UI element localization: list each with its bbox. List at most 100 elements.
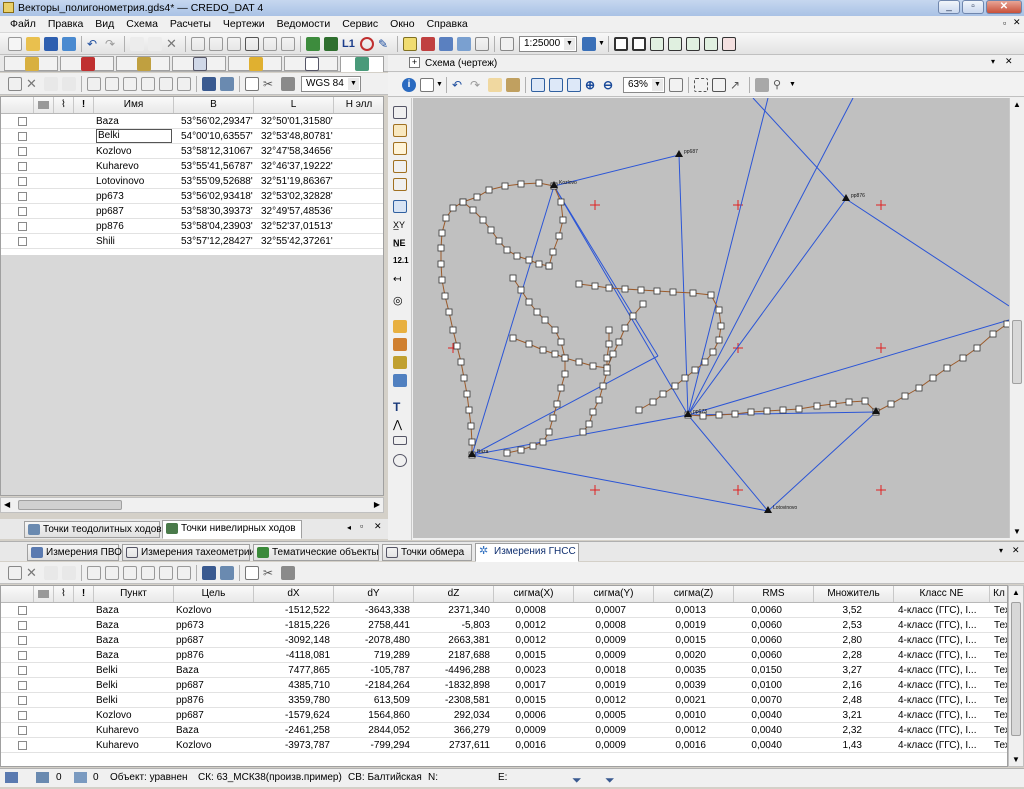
delete-icon[interactable]: ✕ (26, 76, 40, 91)
close-icon[interactable]: ✕ (374, 521, 382, 532)
header-attach[interactable]: ⌇ (54, 586, 74, 602)
table-row[interactable]: Lotovinovo 53°55'09,52688" 32°51'19,86367" (1, 174, 383, 189)
report-icon[interactable] (403, 36, 417, 51)
pan-select-icon[interactable] (505, 77, 520, 92)
row-checkbox[interactable] (18, 117, 27, 126)
l1-icon[interactable]: L1 (342, 37, 356, 51)
info-icon[interactable]: i (402, 77, 416, 92)
undo-view-icon[interactable]: ↶ (452, 78, 466, 92)
row-checkbox[interactable] (18, 192, 27, 201)
row-checkbox[interactable] (18, 741, 27, 750)
table-icon[interactable] (245, 565, 259, 580)
points-icon[interactable] (439, 36, 453, 51)
row-checkbox[interactable] (18, 207, 27, 216)
select-invert-icon[interactable] (177, 565, 191, 580)
restore-icon[interactable]: ▫ (360, 521, 363, 531)
zoom-extent-icon[interactable] (530, 77, 545, 92)
crs-select[interactable]: WGS 84 ▼ (301, 75, 361, 92)
header-flag[interactable]: ! (74, 586, 94, 602)
status-filter-icon[interactable] (74, 772, 87, 783)
header-l[interactable]: L (254, 97, 334, 113)
status-layers-icon[interactable] (5, 772, 18, 783)
table-row[interactable]: Kozlovo pp687 -1579,624 1564,860 292,034 0,00… (1, 708, 1007, 723)
header-attach[interactable]: ⌇ (54, 97, 74, 113)
select-add-icon[interactable] (209, 36, 223, 51)
tab-tacheometry[interactable]: Измерения тахеометрии (122, 544, 255, 561)
tool-tab-5[interactable] (228, 56, 282, 71)
row-checkbox[interactable] (18, 147, 27, 156)
arrow-icon[interactable]: ↗ (730, 78, 744, 92)
network-icon[interactable] (421, 36, 435, 51)
header-dz[interactable]: dZ (414, 586, 494, 602)
arrow-down-icon[interactable]: ▼ (1012, 755, 1020, 764)
select-add-icon[interactable] (141, 565, 155, 580)
number-icon[interactable]: 12.1 (393, 256, 409, 269)
select-remove-icon[interactable] (227, 36, 241, 51)
table-row[interactable]: Baza pp687 -3092,148 -2078,480 2663,381 0,001… (1, 633, 1007, 648)
select-icon[interactable] (123, 76, 137, 91)
status-selection-icon[interactable] (36, 772, 49, 783)
pencil-icon[interactable]: ✎ (378, 37, 392, 51)
sheet-icon[interactable] (393, 142, 407, 155)
grid-icon[interactable] (393, 124, 407, 137)
header-b[interactable]: B (174, 97, 254, 113)
header-sigma-y[interactable]: сигма(Y) (574, 586, 654, 602)
table-row[interactable]: Belki pp687 4385,710 -2184,264 -1832,898 0,00… (1, 678, 1007, 693)
tab-pvo-measurements[interactable]: Измерения ПВО (27, 544, 122, 561)
zoom-window-icon[interactable] (548, 77, 563, 92)
row-checkbox[interactable] (18, 162, 27, 171)
bug-icon[interactable] (393, 356, 407, 369)
arrow-down-icon[interactable]: ▼ (1013, 527, 1021, 536)
menu-reports[interactable]: Ведомости (271, 17, 337, 32)
scroll-thumb[interactable] (18, 500, 122, 510)
bulb-icon[interactable] (130, 36, 144, 51)
menu-schema[interactable]: Схема (120, 17, 164, 32)
bulb-off-icon[interactable] (62, 565, 76, 580)
table-row[interactable]: pp687 53°58'30,39373" 32°49'57,48536" (1, 204, 383, 219)
table-row[interactable]: Baza pp673 -1815,226 2758,441 -5,803 0,0012 0,… (1, 618, 1007, 633)
close-icon[interactable]: ✕ (1005, 56, 1013, 67)
binoculars-icon[interactable] (202, 76, 216, 91)
select-remove-icon[interactable] (159, 76, 173, 91)
tab-thematic-objects[interactable]: Тематические объекты (253, 544, 379, 561)
save-all-icon[interactable] (62, 36, 76, 51)
close-icon[interactable]: ✕ (1012, 545, 1020, 556)
zoom-in-icon[interactable]: ⊕ (585, 78, 599, 92)
marker-icon[interactable] (393, 338, 407, 351)
paste-icon[interactable] (105, 76, 119, 91)
table-icon[interactable] (245, 76, 259, 91)
chevron-down-icon[interactable]: ▼ (598, 40, 605, 47)
box-icon[interactable] (393, 200, 407, 213)
window-3-icon[interactable] (649, 36, 664, 51)
filter-icon[interactable] (8, 76, 22, 91)
table-row[interactable]: Baza 53°56'02,29347" 32°50'01,31580" (1, 114, 383, 129)
arrow-up-icon[interactable]: ▲ (1013, 100, 1021, 109)
header-name[interactable]: Имя (94, 97, 174, 113)
tool-tab-4[interactable] (172, 56, 226, 71)
arrow-left-icon[interactable]: ◀ (4, 500, 10, 509)
mdi-close-icon[interactable]: ✕ (1013, 17, 1021, 28)
scale-icon[interactable] (500, 36, 514, 51)
layers-icon[interactable] (582, 36, 596, 51)
rectangle-icon[interactable] (393, 436, 407, 445)
window-5-icon[interactable] (685, 36, 700, 51)
header-folder[interactable] (34, 586, 54, 602)
filter-icon[interactable] (8, 565, 22, 580)
menu-edit[interactable]: Правка (42, 17, 89, 32)
properties-icon[interactable] (281, 565, 295, 580)
bulb-off-icon[interactable] (148, 36, 162, 51)
table-row[interactable]: Belki pp876 3359,780 613,509 -2308,581 0,0015… (1, 693, 1007, 708)
dimension-icon[interactable]: ↤ (393, 274, 407, 287)
north-icon[interactable]: N̲E (393, 238, 407, 251)
scroll-thumb[interactable] (1011, 602, 1021, 736)
header-multiplier[interactable]: Множитель (814, 586, 894, 602)
header-flag[interactable]: ! (74, 97, 94, 113)
tab-leveling-points[interactable]: Точки нивелирных ходов (162, 520, 302, 539)
select-icon[interactable] (191, 36, 205, 51)
map-vscrollbar[interactable]: ▲ ▼ (1009, 98, 1024, 538)
chevron-down-icon[interactable]: ▼ (789, 81, 796, 88)
pentagon-icon[interactable] (393, 106, 407, 119)
row-checkbox[interactable] (18, 636, 27, 645)
adjust-icon[interactable] (324, 36, 338, 51)
menu-service[interactable]: Сервис (336, 17, 384, 32)
